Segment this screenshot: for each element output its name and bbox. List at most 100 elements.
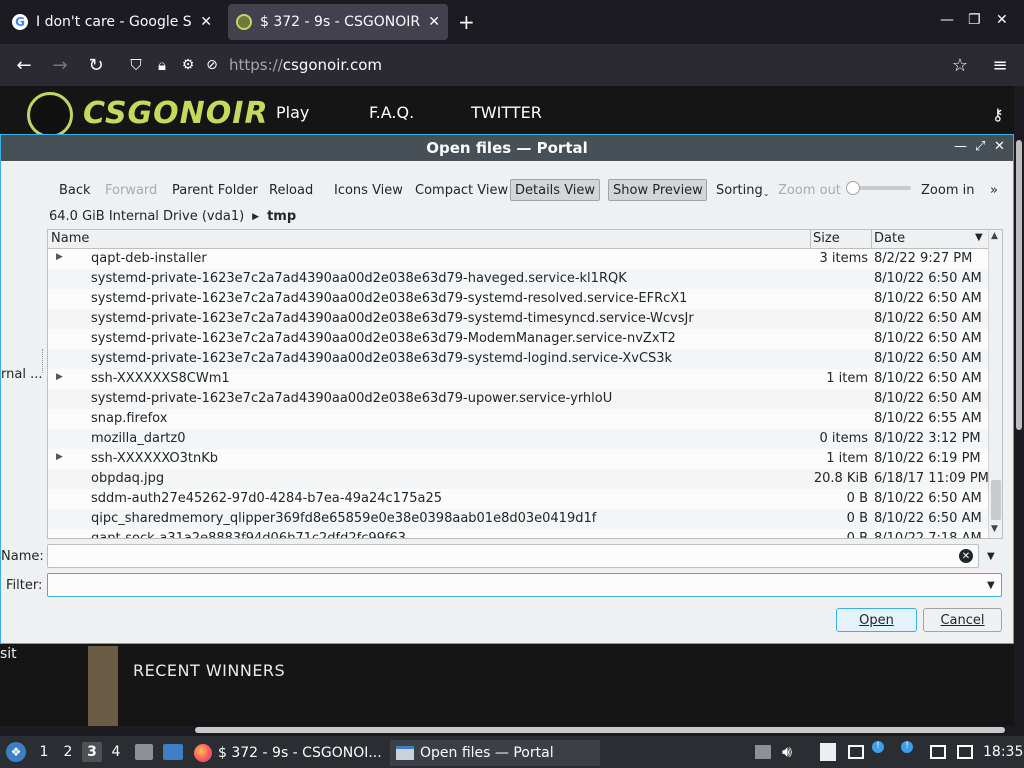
file-row[interactable]: systemd-private-1623e7c2a7ad4390aa00d2e0…	[48, 329, 988, 349]
file-row[interactable]: systemd-private-1623e7c2a7ad4390aa00d2e0…	[48, 389, 988, 409]
workspace-1[interactable]: 1	[34, 744, 54, 760]
column-header-name[interactable]: Name	[51, 231, 89, 246]
csgonoir-logo-icon[interactable]	[27, 92, 73, 138]
reload-icon[interactable]: ↻	[82, 52, 110, 78]
file-row[interactable]: systemd-private-1623e7c2a7ad4390aa00d2e0…	[48, 309, 988, 329]
expand-arrow-icon[interactable]: ▶	[56, 452, 63, 462]
start-menu-icon[interactable]: ❖	[6, 742, 26, 762]
open-button[interactable]: Open	[836, 608, 917, 632]
vertical-scrollbar[interactable]	[1016, 140, 1022, 430]
minimize-icon[interactable]: —	[940, 12, 954, 28]
lock-icon[interactable]: 🔒︎	[148, 52, 176, 78]
filter-dropdown-icon[interactable]: ▼	[987, 580, 995, 591]
scrollbar-thumb[interactable]	[991, 480, 1001, 520]
file-row[interactable]: systemd-private-1623e7c2a7ad4390aa00d2e0…	[48, 349, 988, 369]
network-icon[interactable]	[848, 745, 864, 759]
file-row[interactable]: ▶ qapt-deb-installer 3 items 8/2/22 9:27 PM	[48, 249, 988, 269]
workspace-4[interactable]: 4	[106, 744, 126, 760]
file-row[interactable]: ▶ ssh-XXXXXXS8CWm1 1 item 8/10/22 6:50 AM	[48, 369, 988, 389]
column-header-date[interactable]: Date	[874, 231, 905, 246]
back-arrow-icon[interactable]: ←	[10, 52, 38, 78]
notification-icon[interactable]: !	[872, 741, 884, 753]
cancel-button[interactable]: Cancel	[923, 608, 1002, 632]
places-panel-item[interactable]: rnal ...	[1, 367, 42, 382]
clear-icon[interactable]: ✕	[959, 549, 973, 563]
file-row[interactable]: qipc_sharedmemory_qlipper369fd8e65859e0e…	[48, 509, 988, 529]
name-input[interactable]	[48, 545, 948, 567]
sort-descending-icon[interactable]: ▼	[975, 232, 983, 243]
expand-arrow-icon[interactable]: ▶	[56, 372, 63, 382]
icons-view-button[interactable]: Icons View	[330, 179, 407, 201]
breadcrumb-drive[interactable]: 64.0 GiB Internal Drive (vda1)	[49, 209, 244, 224]
compact-view-button[interactable]: Compact View	[411, 179, 512, 201]
panel-splitter[interactable]	[42, 349, 44, 373]
file-manager-icon[interactable]	[135, 744, 153, 760]
clock[interactable]: 18:35	[983, 744, 1023, 760]
workspace-2[interactable]: 2	[58, 744, 78, 760]
dialog-close-icon[interactable]: ✕	[994, 139, 1005, 154]
workspace-3[interactable]: 3	[82, 742, 102, 762]
name-history-dropdown-icon[interactable]: ▼	[987, 551, 995, 562]
bookmark-star-icon[interactable]: ☆	[946, 52, 974, 78]
close-tab-icon[interactable]: ✕	[428, 14, 440, 30]
parent-folder-button[interactable]: Parent Folder	[168, 179, 262, 201]
sorting-button[interactable]: Sorting ⌄	[712, 179, 773, 201]
url-bar[interactable]: https://csgonoir.com	[229, 56, 382, 74]
filter-field[interactable]	[47, 573, 1002, 597]
menu-icon[interactable]: ≡	[986, 52, 1014, 78]
key-icon[interactable]: ⚷	[992, 105, 1004, 124]
file-row[interactable]: ▶ ssh-XXXXXXO3tnKb 1 item 8/10/22 6:19 PM	[48, 449, 988, 469]
tracking-blocked-icon[interactable]: ⊘	[198, 52, 226, 78]
tab-google-search[interactable]: G I don't care - Google Sear ✕	[4, 4, 220, 40]
update-notification-icon[interactable]: !	[901, 741, 913, 753]
task-open-files[interactable]: Open files — Portal	[390, 740, 600, 766]
file-list[interactable]: Name Size Date ▼ ▶ qapt-deb-installer 3 it…	[47, 229, 1003, 539]
chevron-right-icon: ▶	[252, 211, 260, 222]
horizontal-scrollbar[interactable]	[195, 727, 1005, 733]
filter-input[interactable]	[48, 574, 968, 596]
restore-icon[interactable]: ❐	[968, 12, 981, 28]
dialog-maximize-icon[interactable]: ⤢	[975, 139, 985, 154]
file-row[interactable]: snap.firefox 8/10/22 6:55 AM	[48, 409, 988, 429]
reload-button[interactable]: Reload	[265, 179, 317, 201]
file-row[interactable]: obpdaq.jpg 20.8 KiB 6/18/17 11:09 PM	[48, 469, 989, 489]
column-header-size[interactable]: Size	[813, 231, 840, 246]
tab-csgonoir[interactable]: $ 372 - 9s - CSGONOIR - ✕	[228, 4, 448, 40]
dialog-minimize-icon[interactable]: —	[954, 139, 967, 154]
display-icon[interactable]	[957, 745, 973, 759]
close-window-icon[interactable]: ✕	[996, 12, 1008, 28]
clipboard-icon[interactable]	[820, 743, 836, 761]
file-row[interactable]: qapt-sock-a31a2e8883f94d06b71c2dfd2fc99f…	[48, 529, 988, 538]
nav-twitter[interactable]: TWITTER	[471, 103, 542, 122]
new-tab-icon[interactable]: +	[458, 10, 475, 34]
expand-arrow-icon[interactable]: ▶	[56, 252, 63, 262]
nav-play[interactable]: Play	[276, 103, 309, 122]
details-view-button[interactable]: Details View	[510, 179, 600, 201]
screen-icon[interactable]	[930, 745, 946, 759]
breadcrumb-folder[interactable]: tmp	[267, 209, 296, 224]
name-field[interactable]	[47, 544, 979, 568]
storage-icon[interactable]	[755, 745, 771, 759]
show-preview-button[interactable]: Show Preview	[608, 179, 707, 201]
file-row[interactable]: mozilla_dartz0 0 items 8/10/22 3:12 PM	[48, 429, 988, 449]
site-logo-text[interactable]: CSGONOIR	[83, 96, 269, 131]
nav-faq[interactable]: F.A.Q.	[369, 103, 414, 122]
file-row[interactable]: systemd-private-1623e7c2a7ad4390aa00d2e0…	[48, 269, 988, 289]
file-row[interactable]: systemd-private-1623e7c2a7ad4390aa00d2e0…	[48, 289, 988, 309]
scroll-down-icon[interactable]: ▼	[991, 524, 998, 534]
show-desktop-icon[interactable]	[163, 744, 183, 760]
zoom-slider-handle[interactable]	[846, 181, 860, 195]
back-button[interactable]: Back	[55, 179, 95, 201]
toolbar-overflow-button[interactable]: »	[986, 179, 1002, 201]
forward-arrow-icon[interactable]: →	[46, 52, 74, 78]
shield-icon[interactable]: ⛉	[122, 52, 150, 78]
forward-button[interactable]: Forward	[101, 179, 161, 201]
zoom-out-button[interactable]: Zoom out	[774, 179, 845, 201]
file-list-scrollbar[interactable]: ▲ ▼	[988, 230, 1002, 538]
zoom-in-button[interactable]: Zoom in	[917, 179, 978, 201]
volume-icon[interactable]: 🔊︎	[782, 742, 792, 762]
scroll-up-icon[interactable]: ▲	[991, 231, 998, 241]
task-firefox[interactable]: $ 372 - 9s - CSGONOI...	[194, 740, 382, 766]
file-row[interactable]: sddm-auth27e45262-97d0-4284-b7ea-49a24c1…	[48, 489, 988, 509]
close-tab-icon[interactable]: ✕	[200, 14, 212, 30]
